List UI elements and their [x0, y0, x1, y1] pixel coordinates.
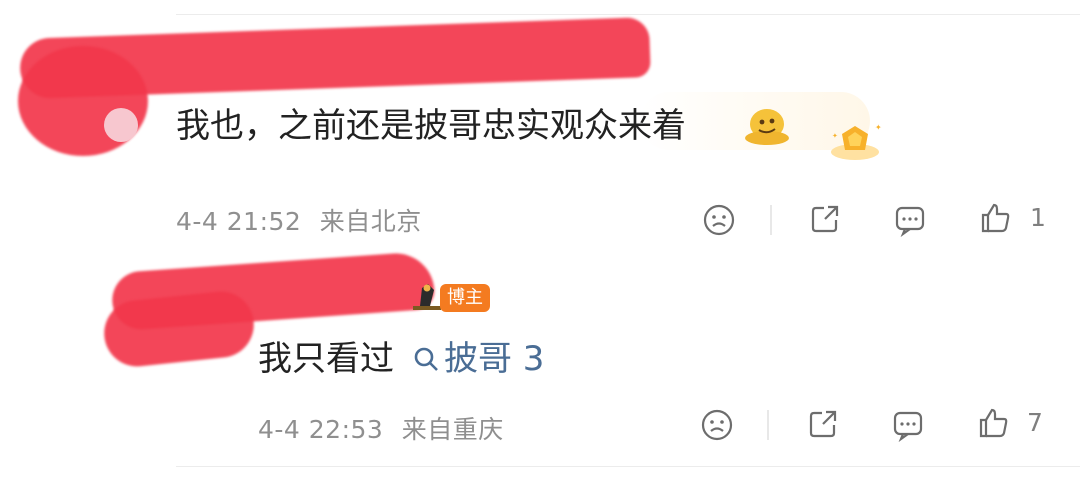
melting-face-emoji: [742, 100, 792, 150]
comment-time: 4-4 21:52: [176, 207, 302, 236]
comment-icon[interactable]: [893, 203, 927, 237]
reply-text: 我只看过: [258, 339, 394, 379]
avatar-edge: [104, 108, 138, 142]
comment-location: 来自北京: [319, 207, 422, 236]
like-count: 7: [1027, 408, 1043, 437]
like-count: 1: [1030, 203, 1046, 232]
search-link[interactable]: 披哥 3: [412, 339, 544, 379]
reply-text-prefix: 我只看过: [258, 339, 394, 379]
reply-time: 4-4 22:53: [258, 415, 384, 444]
reply-meta: 4-4 22:53 来自重庆: [258, 410, 504, 446]
comment-icon[interactable]: [891, 408, 925, 442]
svg-text:✦: ✦: [875, 123, 882, 132]
vip-icon: [410, 280, 444, 312]
action-separator: [770, 205, 772, 235]
sad-face-icon[interactable]: [700, 408, 734, 442]
owner-badge: 博主: [440, 284, 490, 312]
thumbs-up-icon[interactable]: [977, 406, 1011, 440]
share-icon[interactable]: [806, 407, 840, 441]
bottom-divider: [176, 466, 1080, 467]
action-separator: [767, 410, 769, 440]
thumbs-up-icon[interactable]: [979, 201, 1013, 235]
comment-meta: 4-4 21:52 来自北京: [176, 202, 422, 238]
share-icon[interactable]: [808, 202, 842, 236]
fan-badge-icon: ✦ ✦: [826, 118, 884, 166]
top-divider: [176, 14, 1080, 15]
search-icon: [412, 342, 440, 371]
comment-text: 我也，之前还是披哥忠实观众来着: [176, 106, 686, 146]
svg-text:✦: ✦: [832, 132, 838, 140]
sad-face-icon[interactable]: [702, 203, 736, 237]
search-term: 披哥 3: [444, 339, 545, 379]
reply-location: 来自重庆: [401, 415, 504, 444]
